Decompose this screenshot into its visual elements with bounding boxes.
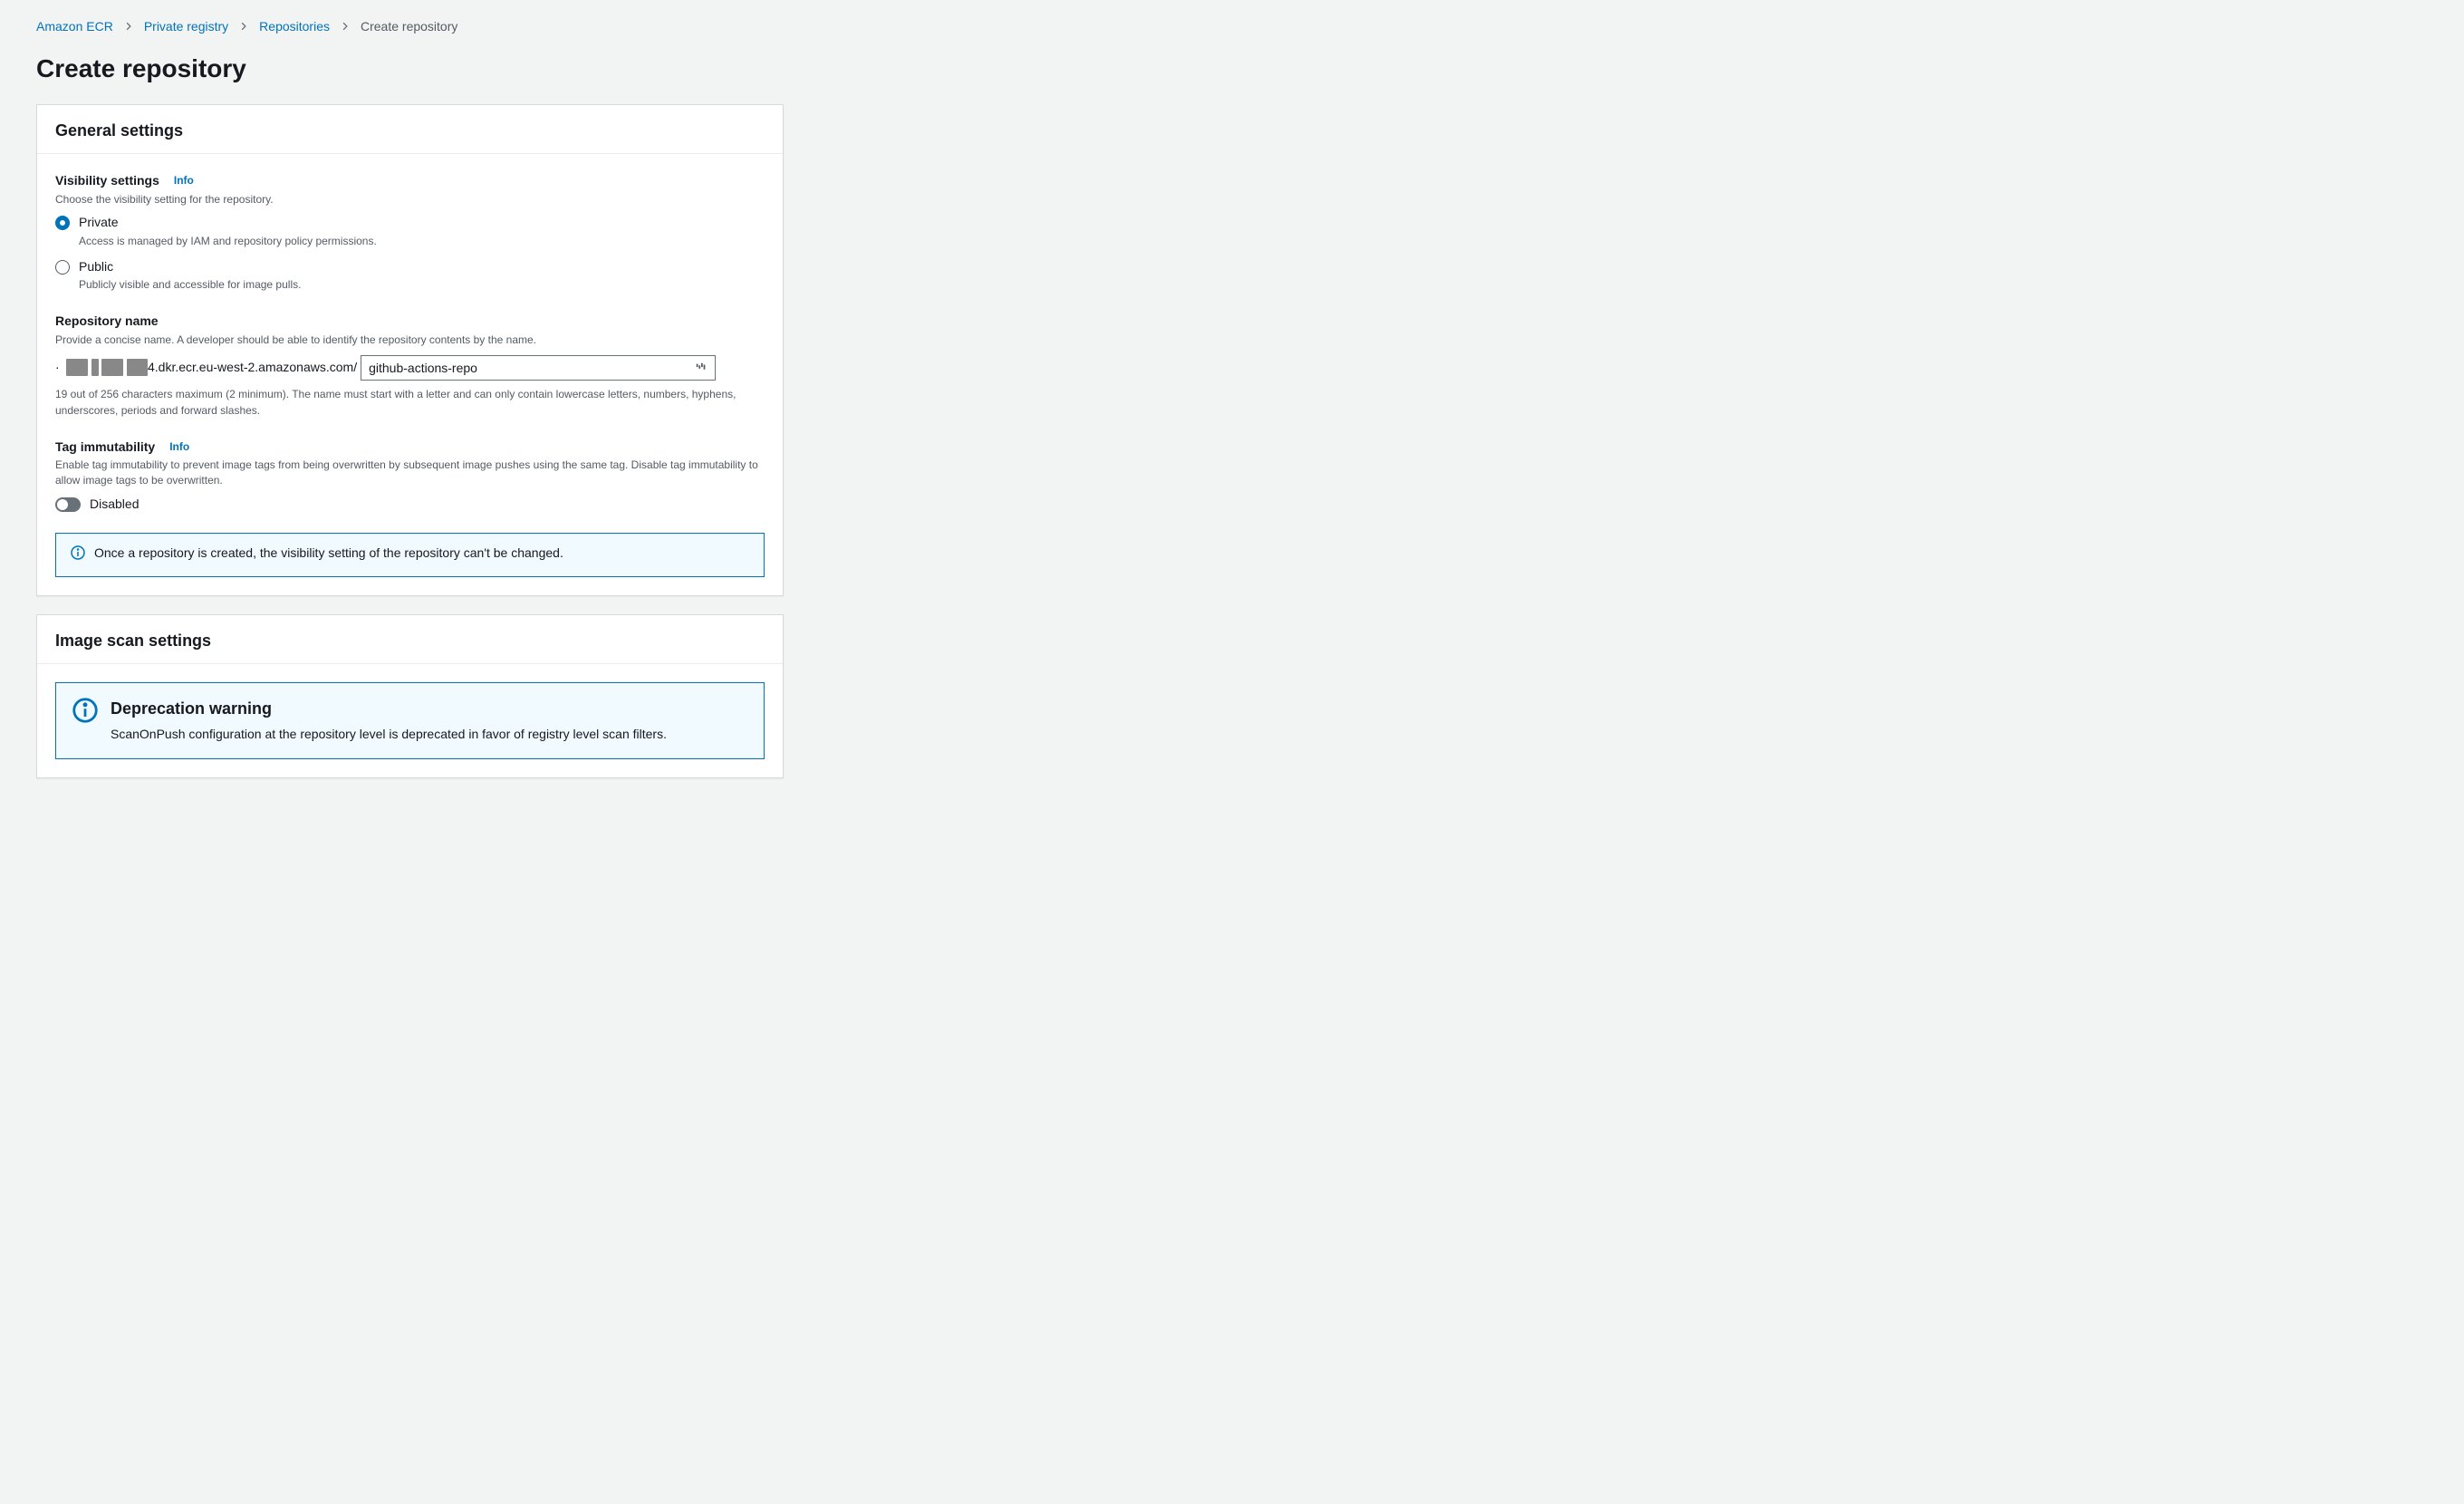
field-desc-repo-name: Provide a concise name. A developer shou… — [55, 333, 765, 348]
breadcrumb: Amazon ECR Private registry Repositories… — [36, 18, 2428, 36]
info-link-tag-immutability[interactable]: Info — [169, 439, 189, 455]
chevron-right-icon — [124, 19, 133, 35]
info-link-visibility[interactable]: Info — [174, 173, 194, 188]
deprecation-alert: Deprecation warning ScanOnPush configura… — [55, 682, 765, 759]
radio-private[interactable]: Private Access is managed by IAM and rep… — [55, 214, 765, 248]
panel-title: General settings — [55, 120, 765, 142]
alert-text: Once a repository is created, the visibi… — [94, 545, 563, 563]
info-icon — [71, 545, 85, 565]
radio-public[interactable]: Public Publicly visible and accessible f… — [55, 258, 765, 293]
info-icon — [72, 698, 98, 728]
field-label-repo-name: Repository name — [55, 313, 159, 331]
field-desc-tag-immutability: Enable tag immutability to prevent image… — [55, 458, 765, 488]
page-title: Create repository — [36, 51, 2428, 86]
panel-image-scan-settings: Image scan settings Deprecation warning … — [36, 614, 784, 778]
breadcrumb-link-private-registry[interactable]: Private registry — [144, 18, 228, 36]
visibility-info-alert: Once a repository is created, the visibi… — [55, 533, 765, 577]
field-desc-visibility: Choose the visibility setting for the re… — [55, 192, 765, 207]
repo-name-input-wrapper[interactable] — [361, 355, 716, 381]
panel-header: General settings — [37, 105, 783, 154]
field-visibility: Visibility settings Info Choose the visi… — [55, 172, 765, 293]
radio-label: Public — [79, 258, 301, 276]
radio-sublabel: Publicly visible and accessible for imag… — [79, 277, 301, 293]
repo-name-prefix: · 000 0 000 0004.dkr.ecr.eu-west-2.amazo… — [55, 355, 361, 381]
repo-name-input[interactable] — [369, 361, 695, 375]
chevron-right-icon — [239, 19, 248, 35]
radio-icon — [55, 216, 70, 230]
chevron-right-icon — [341, 19, 350, 35]
breadcrumb-link-repositories[interactable]: Repositories — [259, 18, 330, 36]
field-tag-immutability: Tag immutability Info Enable tag immutab… — [55, 439, 765, 514]
radio-label: Private — [79, 214, 377, 232]
deprecation-desc: ScanOnPush configuration at the reposito… — [111, 726, 667, 744]
breadcrumb-link-amazon-ecr[interactable]: Amazon ECR — [36, 18, 113, 36]
panel-general-settings: General settings Visibility settings Inf… — [36, 104, 784, 596]
toggle-state-label: Disabled — [90, 496, 139, 514]
field-label-visibility: Visibility settings — [55, 172, 159, 190]
breadcrumb-current: Create repository — [361, 18, 457, 36]
radio-sublabel: Access is managed by IAM and repository … — [79, 234, 377, 249]
panel-header: Image scan settings — [37, 615, 783, 664]
panel-title: Image scan settings — [55, 630, 765, 652]
toggle-knob — [57, 499, 68, 510]
keyboard-icon — [695, 362, 707, 374]
repo-name-constraint: 19 out of 256 characters maximum (2 mini… — [55, 386, 765, 419]
deprecation-title: Deprecation warning — [111, 698, 667, 720]
field-repository-name: Repository name Provide a concise name. … — [55, 313, 765, 418]
radio-icon — [55, 260, 70, 275]
tag-immutability-toggle[interactable] — [55, 497, 81, 512]
field-label-tag-immutability: Tag immutability — [55, 439, 155, 457]
